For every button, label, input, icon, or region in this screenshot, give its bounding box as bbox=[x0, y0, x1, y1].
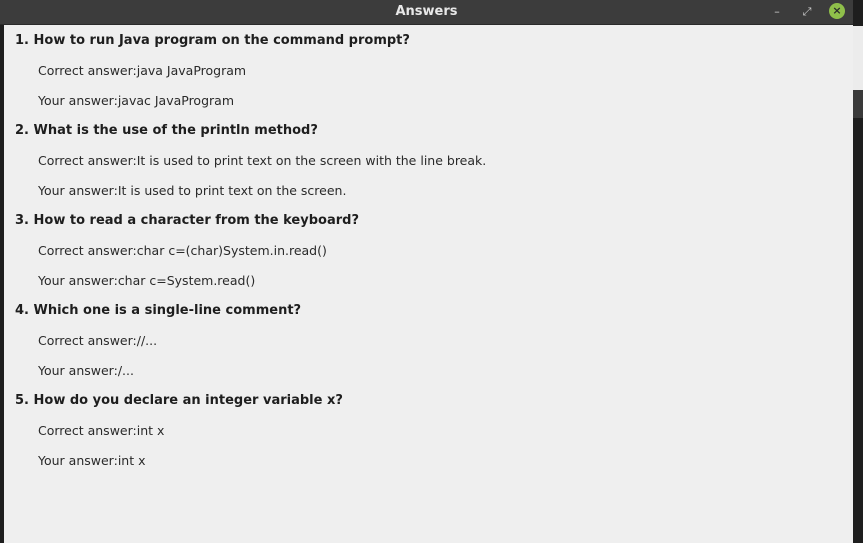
your-answer-2: Your answer:It is used to print text on … bbox=[38, 183, 346, 198]
question-5: 5. How do you declare an integer variabl… bbox=[15, 393, 343, 408]
window-title: Answers bbox=[395, 4, 458, 19]
correct-answer-label: Correct answer: bbox=[38, 63, 137, 78]
your-answer-label: Your answer: bbox=[38, 93, 118, 108]
correct-answer-value: java JavaProgram bbox=[136, 63, 247, 78]
correct-answer-label: Correct answer: bbox=[38, 243, 137, 258]
maximize-icon[interactable]: ⤢ bbox=[798, 4, 816, 20]
correct-answer-3: Correct answer:char c=(char)System.in.re… bbox=[38, 243, 327, 258]
question-4: 4. Which one is a single-line comment? bbox=[15, 303, 302, 318]
your-answer-value: char c=System.read() bbox=[117, 273, 256, 288]
titlebar[interactable]: Answers – ⤢ × bbox=[0, 0, 853, 25]
minimize-icon[interactable]: – bbox=[768, 4, 786, 20]
question-2: 2. What is the use of the println method… bbox=[15, 123, 318, 138]
correct-answer-4: Correct answer://... bbox=[38, 333, 157, 348]
your-answer-value: javac JavaProgram bbox=[117, 93, 234, 108]
correct-answer-value: //... bbox=[136, 333, 158, 348]
correct-answer-2: Correct answer:It is used to print text … bbox=[38, 153, 486, 168]
your-answer-value: int x bbox=[117, 453, 146, 468]
question-1: 1. How to run Java program on the comman… bbox=[15, 33, 410, 48]
background-panel-header bbox=[853, 90, 863, 118]
background-panel bbox=[853, 26, 863, 90]
your-answer-value: /... bbox=[117, 363, 134, 378]
correct-answer-value: int x bbox=[136, 423, 165, 438]
your-answer-label: Your answer: bbox=[38, 183, 118, 198]
your-answer-value: It is used to print text on the screen. bbox=[117, 183, 347, 198]
correct-answer-value: It is used to print text on the screen w… bbox=[136, 153, 487, 168]
answers-panel: 1. How to run Java program on the comman… bbox=[4, 25, 853, 543]
background-window-edge bbox=[853, 0, 863, 543]
your-answer-5: Your answer:int x bbox=[38, 453, 145, 468]
your-answer-label: Your answer: bbox=[38, 273, 118, 288]
correct-answer-label: Correct answer: bbox=[38, 423, 137, 438]
correct-answer-value: char c=(char)System.in.read() bbox=[136, 243, 327, 258]
close-icon[interactable]: × bbox=[829, 3, 845, 19]
your-answer-3: Your answer:char c=System.read() bbox=[38, 273, 255, 288]
correct-answer-1: Correct answer:java JavaProgram bbox=[38, 63, 246, 78]
correct-answer-5: Correct answer:int x bbox=[38, 423, 164, 438]
correct-answer-label: Correct answer: bbox=[38, 153, 137, 168]
your-answer-4: Your answer:/... bbox=[38, 363, 134, 378]
your-answer-label: Your answer: bbox=[38, 453, 118, 468]
your-answer-label: Your answer: bbox=[38, 363, 118, 378]
your-answer-1: Your answer:javac JavaProgram bbox=[38, 93, 234, 108]
question-3: 3. How to read a character from the keyb… bbox=[15, 213, 359, 228]
correct-answer-label: Correct answer: bbox=[38, 333, 137, 348]
